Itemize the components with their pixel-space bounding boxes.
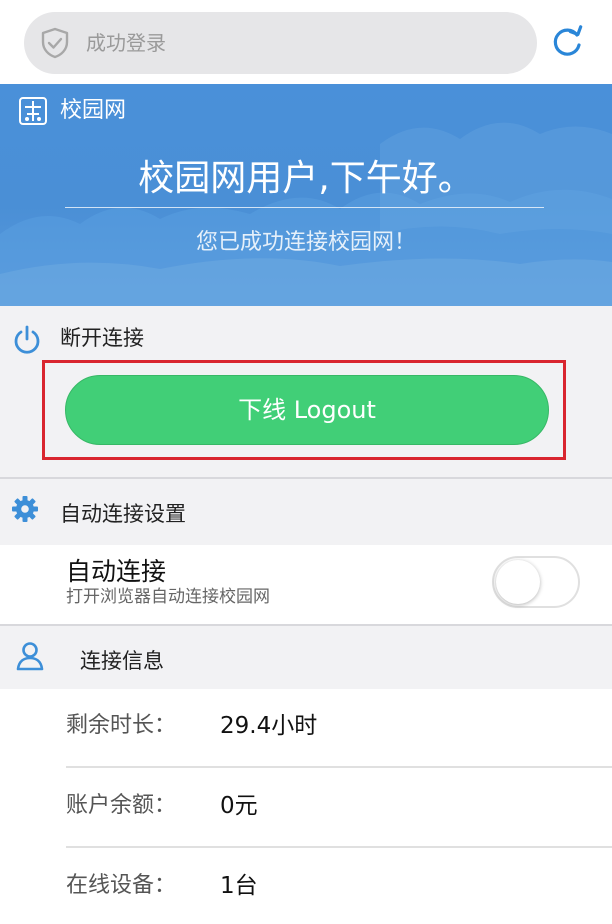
power-icon — [14, 325, 40, 354]
user-icon — [16, 642, 44, 671]
refresh-icon[interactable] — [548, 24, 586, 62]
banner-divider — [65, 207, 544, 208]
toggle-knob — [496, 560, 540, 604]
greeting-title: 校园网用户,下午好。 — [138, 158, 474, 199]
remaining-time-value: 29.4小时 — [220, 713, 318, 739]
remaining-time-label: 剩余时长： — [66, 713, 177, 738]
auto-connect-description: 打开浏览器自动连接校园网 — [66, 587, 270, 607]
auto-connect-toggle[interactable] — [492, 556, 580, 608]
address-bar: 成功登录 — [0, 0, 612, 84]
row-divider — [66, 846, 612, 848]
section-divider — [0, 624, 612, 626]
url-box[interactable]: 成功登录 — [24, 12, 537, 74]
section-divider — [0, 477, 612, 479]
balance-label: 账户余额： — [66, 793, 177, 818]
campus-logo — [19, 97, 47, 125]
connection-info-title: 连接信息 — [80, 649, 164, 673]
welcome-banner: 校园网 校园网用户,下午好。 您已成功连接校园网！ — [0, 84, 612, 306]
connection-status-text: 您已成功连接校园网！ — [195, 230, 416, 255]
logout-button[interactable]: 下线 Logout — [65, 375, 549, 445]
row-divider — [66, 766, 612, 768]
disconnect-section: 断开连接 下线 Logout — [0, 306, 612, 477]
shield-icon — [41, 27, 69, 59]
balance-value: 0元 — [220, 793, 258, 819]
auto-connect-section-title: 自动连接设置 — [60, 502, 186, 526]
online-devices-label: 在线设备： — [66, 873, 177, 898]
online-devices-value: 1台 — [220, 873, 258, 899]
gear-icon — [12, 496, 38, 522]
brand-name: 校园网 — [60, 98, 127, 123]
disconnect-title: 断开连接 — [60, 326, 144, 350]
auto-connect-label: 自动连接 — [66, 557, 167, 586]
url-text: 成功登录 — [86, 31, 166, 55]
